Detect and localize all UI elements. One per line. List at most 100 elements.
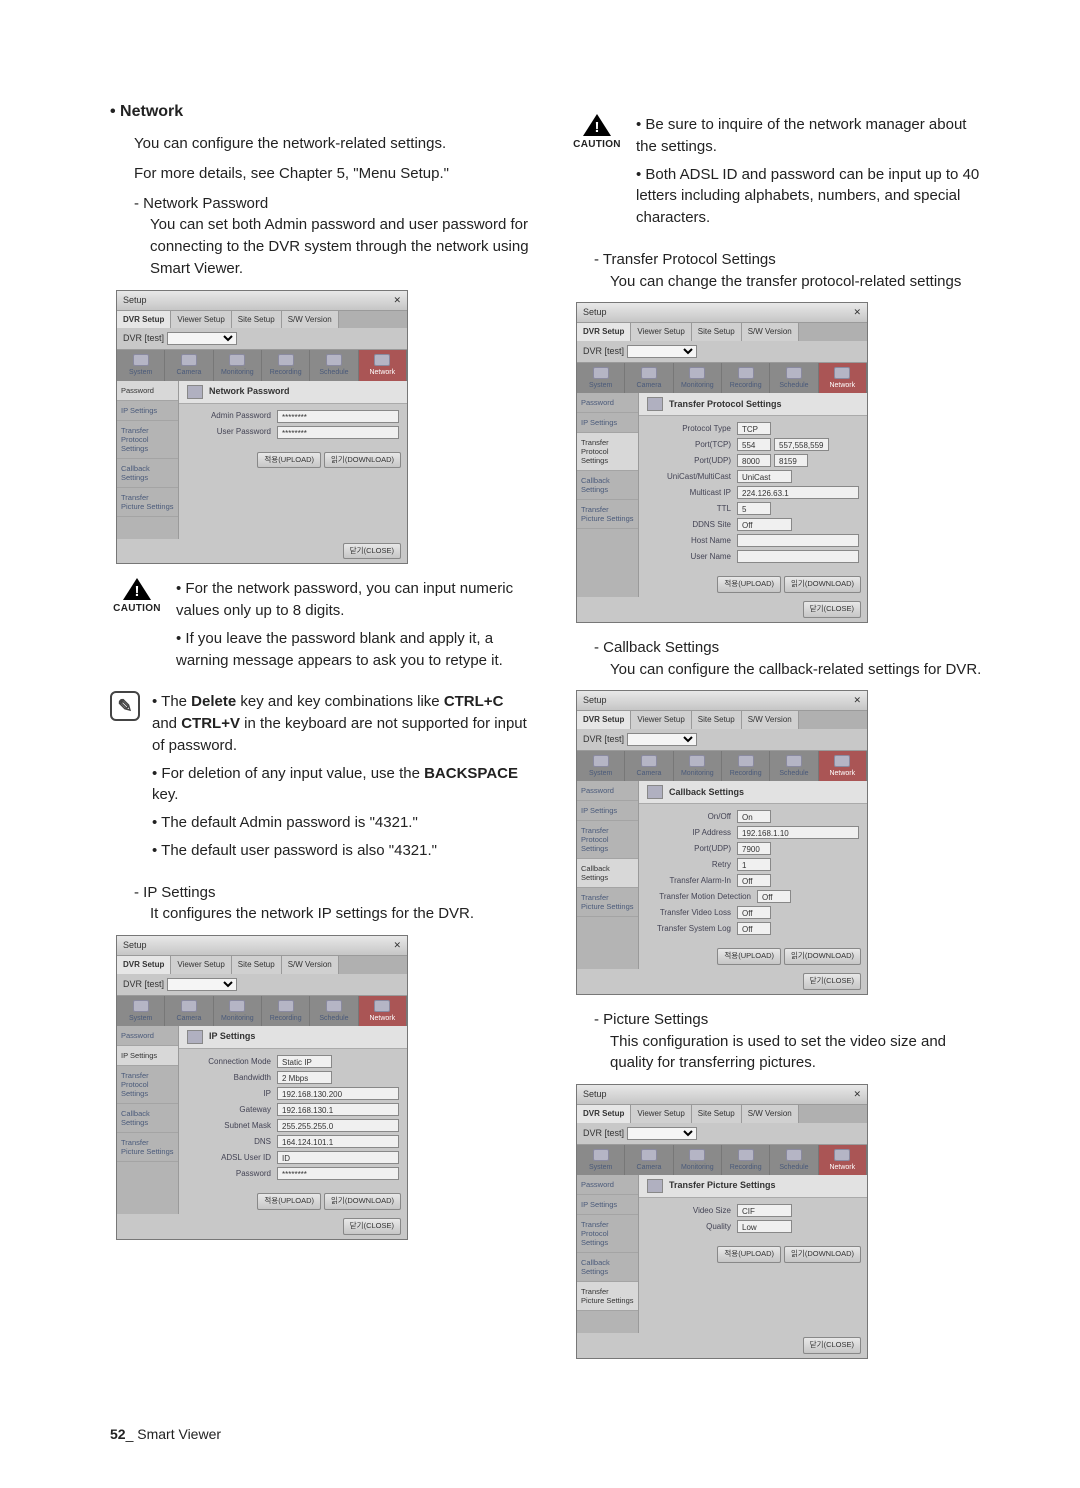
subnet-input[interactable]: 255.255.255.0 — [277, 1119, 399, 1132]
cat-monitoring[interactable]: Monitoring — [674, 1145, 722, 1175]
cat-network[interactable]: Network — [359, 996, 407, 1026]
tab-viewer-setup[interactable]: Viewer Setup — [631, 1105, 691, 1123]
cat-schedule[interactable]: Schedule — [310, 350, 358, 380]
side-cb[interactable]: Callback Settings — [577, 1253, 638, 1282]
tab-viewer-setup[interactable]: Viewer Setup — [171, 311, 231, 329]
side-password[interactable]: Password — [577, 781, 638, 801]
cat-network[interactable]: Network — [819, 1145, 867, 1175]
upload-button[interactable]: 적용(UPLOAD) — [717, 576, 781, 593]
side-pic[interactable]: Transfer Picture Settings — [577, 888, 638, 917]
cb-port-select[interactable]: 7900 — [737, 842, 771, 855]
cat-system[interactable]: System — [117, 996, 165, 1026]
cat-monitoring[interactable]: Monitoring — [674, 751, 722, 781]
tab-viewer-setup[interactable]: Viewer Setup — [631, 711, 691, 729]
upload-button[interactable]: 적용(UPLOAD) — [717, 948, 781, 965]
tab-viewer-setup[interactable]: Viewer Setup — [631, 323, 691, 341]
tab-sw-version[interactable]: S/W Version — [742, 711, 799, 729]
cat-network[interactable]: Network — [819, 751, 867, 781]
dvr-select[interactable] — [167, 332, 237, 345]
download-button[interactable]: 읽기(DOWNLOAD) — [784, 948, 861, 965]
dns-input[interactable]: 164.124.101.1 — [277, 1135, 399, 1148]
close-icon[interactable]: ✕ — [393, 939, 401, 952]
multicast-ip-input[interactable]: 224.126.63.1 — [737, 486, 859, 499]
side-pic[interactable]: Transfer Picture Settings — [117, 488, 178, 517]
admin-password-input[interactable]: ******** — [277, 410, 399, 423]
onoff-select[interactable]: On — [737, 810, 771, 823]
tab-dvr-setup[interactable]: DVR Setup — [577, 323, 631, 341]
side-password[interactable]: Password — [117, 1026, 178, 1046]
cat-monitoring[interactable]: Monitoring — [214, 996, 262, 1026]
tab-site-setup[interactable]: Site Setup — [692, 323, 742, 341]
side-tp[interactable]: Transfer Protocol Settings — [117, 1066, 178, 1104]
cat-system[interactable]: System — [577, 1145, 625, 1175]
side-ip[interactable]: IP Settings — [117, 401, 178, 421]
video-loss-select[interactable]: Off — [737, 906, 771, 919]
close-button[interactable]: 닫기(CLOSE) — [803, 601, 861, 618]
close-button[interactable]: 닫기(CLOSE) — [343, 543, 401, 560]
cat-camera[interactable]: Camera — [165, 350, 213, 380]
cb-ip-input[interactable]: 192.168.1.10 — [737, 826, 859, 839]
close-button[interactable]: 닫기(CLOSE) — [803, 973, 861, 990]
dvr-select[interactable] — [627, 1127, 697, 1140]
close-button[interactable]: 닫기(CLOSE) — [343, 1218, 401, 1235]
tab-site-setup[interactable]: Site Setup — [692, 711, 742, 729]
tab-sw-version[interactable]: S/W Version — [742, 1105, 799, 1123]
tab-dvr-setup[interactable]: DVR Setup — [577, 711, 631, 729]
close-icon[interactable]: ✕ — [853, 1088, 861, 1101]
quality-select[interactable]: Low — [737, 1220, 792, 1233]
cat-monitoring[interactable]: Monitoring — [214, 350, 262, 380]
side-cb[interactable]: Callback Settings — [577, 471, 638, 500]
upload-button[interactable]: 적용(UPLOAD) — [257, 1193, 321, 1210]
cat-schedule[interactable]: Schedule — [770, 1145, 818, 1175]
cat-recording[interactable]: Recording — [262, 996, 310, 1026]
close-button[interactable]: 닫기(CLOSE) — [803, 1337, 861, 1354]
dvr-select[interactable] — [627, 345, 697, 358]
cat-camera[interactable]: Camera — [165, 996, 213, 1026]
side-password[interactable]: Password — [577, 393, 638, 413]
ip-input[interactable]: 192.168.130.200 — [277, 1087, 399, 1100]
dvr-select[interactable] — [167, 978, 237, 991]
cat-recording[interactable]: Recording — [262, 350, 310, 380]
adsl-id-input[interactable]: ID — [277, 1151, 399, 1164]
side-pic[interactable]: Transfer Picture Settings — [577, 1282, 638, 1311]
cat-schedule[interactable]: Schedule — [310, 996, 358, 1026]
user-password-input[interactable]: ******** — [277, 426, 399, 439]
side-ip[interactable]: IP Settings — [117, 1046, 178, 1066]
tab-dvr-setup[interactable]: DVR Setup — [117, 311, 171, 329]
tab-sw-version[interactable]: S/W Version — [282, 311, 339, 329]
tab-sw-version[interactable]: S/W Version — [742, 323, 799, 341]
cat-camera[interactable]: Camera — [625, 751, 673, 781]
side-cb[interactable]: Callback Settings — [117, 1104, 178, 1133]
bandwidth-select[interactable]: 2 Mbps — [277, 1071, 332, 1084]
side-pic[interactable]: Transfer Picture Settings — [577, 500, 638, 529]
tab-viewer-setup[interactable]: Viewer Setup — [171, 956, 231, 974]
tab-site-setup[interactable]: Site Setup — [692, 1105, 742, 1123]
side-pic[interactable]: Transfer Picture Settings — [117, 1133, 178, 1162]
motion-select[interactable]: Off — [757, 890, 791, 903]
video-size-select[interactable]: CIF — [737, 1204, 792, 1217]
adsl-password-input[interactable]: ******** — [277, 1167, 399, 1180]
cat-system[interactable]: System — [577, 751, 625, 781]
cat-network[interactable]: Network — [359, 350, 407, 380]
cat-monitoring[interactable]: Monitoring — [674, 363, 722, 393]
side-cb[interactable]: Callback Settings — [117, 459, 178, 488]
side-tp[interactable]: Transfer Protocol Settings — [117, 421, 178, 459]
gateway-input[interactable]: 192.168.130.1 — [277, 1103, 399, 1116]
system-log-select[interactable]: Off — [737, 922, 771, 935]
tab-site-setup[interactable]: Site Setup — [232, 956, 282, 974]
cat-camera[interactable]: Camera — [625, 363, 673, 393]
alarm-in-select[interactable]: Off — [737, 874, 771, 887]
cat-recording[interactable]: Recording — [722, 751, 770, 781]
side-password[interactable]: Password — [577, 1175, 638, 1195]
cat-recording[interactable]: Recording — [722, 1145, 770, 1175]
cat-system[interactable]: System — [577, 363, 625, 393]
cat-system[interactable]: System — [117, 350, 165, 380]
host-name-input[interactable] — [737, 534, 859, 547]
retry-select[interactable]: 1 — [737, 858, 771, 871]
protocol-type-select[interactable]: TCP — [737, 422, 771, 435]
tab-sw-version[interactable]: S/W Version — [282, 956, 339, 974]
cat-camera[interactable]: Camera — [625, 1145, 673, 1175]
ttl-select[interactable]: 5 — [737, 502, 771, 515]
side-tp[interactable]: Transfer Protocol Settings — [577, 433, 638, 471]
cat-schedule[interactable]: Schedule — [770, 751, 818, 781]
